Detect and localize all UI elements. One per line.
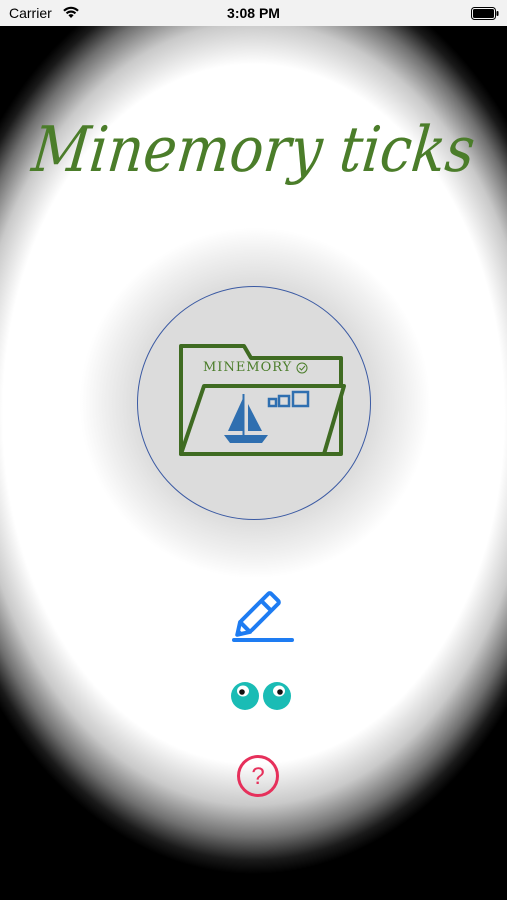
help-button[interactable]: ? [234,752,282,800]
battery-icon [471,7,499,20]
folder-logo-icon [179,344,346,456]
edit-button[interactable] [224,578,300,646]
help-label: ? [251,763,264,790]
logo-text: MINEMORY [203,360,293,375]
app-title: Minemory ticks [28,114,479,187]
status-time: 3:08 PM [227,5,280,21]
app-screen: Carrier 3:08 PM Minemory ticks MINEMORY … [0,0,507,900]
status-bar: Carrier 3:08 PM [0,0,507,26]
view-button[interactable] [226,673,298,719]
eyes-icon [231,682,291,710]
pencil-icon [232,591,294,642]
question-icon: ? [237,755,279,797]
